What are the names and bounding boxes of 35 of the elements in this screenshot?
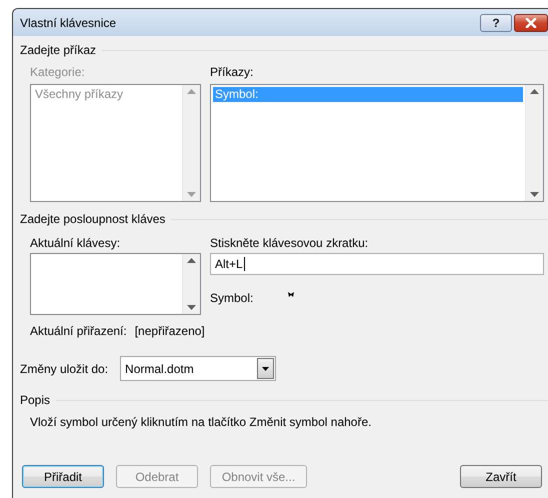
template-dropdown[interactable]: Normal.dotm (120, 356, 276, 381)
input-value: Alt+L (215, 257, 243, 271)
close-icon (525, 18, 537, 28)
field-label: Aktuální přiřazení: (30, 324, 127, 338)
assignment-value: [nepřiřazeno] (134, 324, 205, 338)
scrollbar[interactable] (182, 254, 200, 314)
close-button[interactable] (514, 14, 548, 32)
dropdown-button[interactable] (257, 358, 274, 379)
field-label: Příkazy: (210, 65, 254, 79)
field-label: Aktuální klávesy: (30, 236, 122, 250)
list-item[interactable]: Symbol: (213, 87, 523, 102)
shortcut-input[interactable]: Alt+L (210, 253, 544, 275)
dropdown-value: Normal.dotm (124, 362, 195, 376)
scroll-up-icon[interactable] (187, 258, 196, 263)
list-box[interactable]: Symbol: (210, 84, 544, 202)
group-heading: Zadejte posloupnost kláves (20, 212, 166, 226)
group-heading: Popis (20, 393, 50, 407)
scroll-down-icon[interactable] (187, 305, 196, 310)
symbol-preview-icon (288, 292, 294, 296)
group-heading: Zadejte příkaz (20, 43, 96, 57)
field-label: Stiskněte klávesovou zkratku: (210, 236, 370, 250)
field-label: Kategorie: (30, 65, 86, 79)
preview-label: Symbol: (210, 291, 254, 305)
scrollbar[interactable] (525, 85, 543, 201)
list-box[interactable] (30, 253, 201, 315)
window-title: Vlastní klávesnice (20, 16, 118, 30)
description-text: Vloží symbol určený kliknutím na tlačítko Změnit symbol nahoře. (30, 415, 372, 429)
text-cursor (244, 257, 245, 271)
caret-icon (262, 366, 270, 370)
dialog-button[interactable]: Přiřadit (22, 465, 104, 488)
field-label: Změny uložit do: (20, 362, 108, 376)
help-button[interactable]: ? (480, 14, 512, 32)
scroll-up-icon[interactable] (530, 89, 539, 94)
dialog-button[interactable]: Zavřít (460, 465, 542, 488)
scroll-down-icon[interactable] (530, 192, 539, 197)
